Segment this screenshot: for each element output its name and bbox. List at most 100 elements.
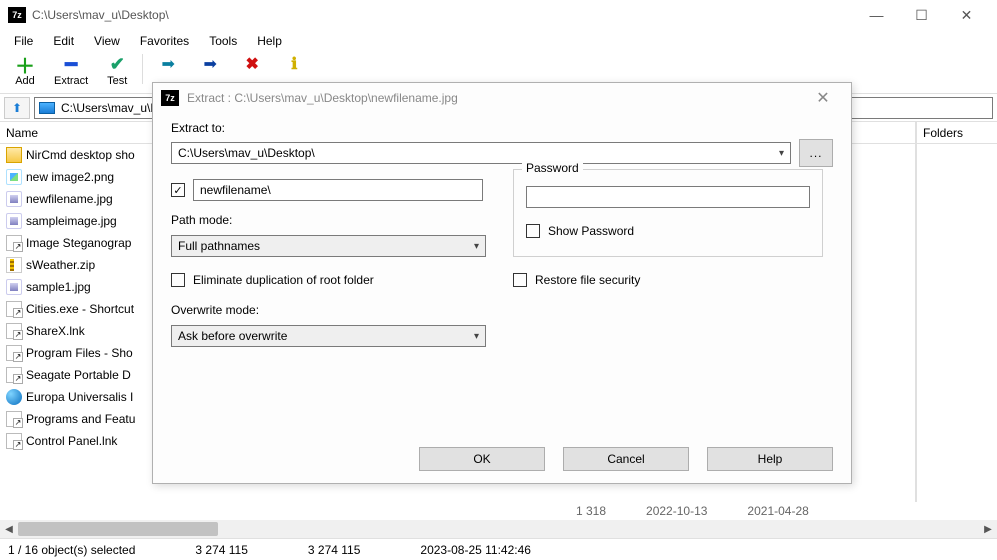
overwrite-label: Overwrite mode:: [171, 303, 259, 317]
toolbar-extract-label: Extract: [54, 75, 88, 87]
restore-security-label: Restore file security: [535, 273, 640, 287]
scroll-left-icon[interactable]: ◀: [0, 520, 18, 538]
file-name: Image Steganograp: [26, 236, 131, 250]
eliminate-checkbox[interactable]: [171, 273, 185, 287]
lnk-icon: [6, 345, 22, 361]
plus-icon: ＋: [15, 54, 35, 74]
file-name: Seagate Portable D: [26, 368, 131, 382]
password-fieldset: Password Show Password: [513, 169, 823, 257]
file-name: sample1.jpg: [26, 280, 91, 294]
menu-tools[interactable]: Tools: [199, 32, 247, 50]
close-button[interactable]: ✕: [944, 0, 989, 30]
jpg-icon: [6, 279, 22, 295]
up-button[interactable]: ⬆: [4, 97, 30, 119]
status-timestamp: 2023-08-25 11:42:46: [420, 543, 531, 557]
lnk-icon: [6, 411, 22, 427]
pathmode-value: Full pathnames: [178, 239, 260, 253]
ok-button[interactable]: OK: [419, 447, 545, 471]
toolbar-move[interactable]: ➡: [189, 52, 231, 76]
menu-file[interactable]: File: [4, 32, 43, 50]
toolbar-add-label: Add: [15, 75, 35, 87]
png-icon: [6, 169, 22, 185]
dialog-app-icon: 7z: [161, 90, 179, 106]
menu-view[interactable]: View: [84, 32, 130, 50]
show-password-checkbox[interactable]: [526, 224, 540, 238]
check-icon: ✔: [110, 54, 125, 74]
password-label: Password: [522, 161, 583, 175]
detail-date2: 2021-04-28: [747, 504, 808, 518]
statusbar: 1 / 16 object(s) selected 3 274 115 3 27…: [0, 538, 997, 560]
lnk-icon: [6, 367, 22, 383]
menu-favorites[interactable]: Favorites: [130, 32, 199, 50]
extract-dialog: 7z Extract : C:\Users\mav_u\Desktop\newf…: [152, 82, 852, 484]
dialog-title: Extract : C:\Users\mav_u\Desktop\newfile…: [187, 91, 458, 105]
globe-icon: [6, 389, 22, 405]
arrow-up-icon: ⬆: [12, 101, 22, 115]
file-name: new image2.png: [26, 170, 114, 184]
subfolder-checkbox[interactable]: [171, 183, 185, 197]
file-name: sWeather.zip: [26, 258, 95, 272]
toolbar-test-label: Test: [107, 75, 127, 87]
zip-icon: [6, 257, 22, 273]
scroll-track[interactable]: [18, 520, 979, 538]
folder-icon: [6, 147, 22, 163]
jpg-icon: [6, 213, 22, 229]
menubar: File Edit View Favorites Tools Help: [0, 30, 997, 52]
toolbar-delete[interactable]: ✖: [231, 52, 273, 76]
extract-to-label: Extract to:: [171, 121, 225, 135]
file-name: Cities.exe - Shortcut: [26, 302, 134, 316]
cancel-button[interactable]: Cancel: [563, 447, 689, 471]
menu-help[interactable]: Help: [247, 32, 292, 50]
lnk-icon: [6, 433, 22, 449]
toolbar-copy[interactable]: ➡: [147, 52, 189, 76]
minus-icon: ━: [65, 54, 77, 74]
minimize-button[interactable]: —: [854, 0, 899, 30]
column-name[interactable]: Name: [6, 126, 38, 140]
overwrite-select[interactable]: Ask before overwrite ▾: [171, 325, 486, 347]
file-name: sampleimage.jpg: [26, 214, 117, 228]
menu-edit[interactable]: Edit: [43, 32, 84, 50]
pathmode-select[interactable]: Full pathnames ▾: [171, 235, 486, 257]
chevron-down-icon: ▾: [779, 148, 784, 159]
toolbar-separator: [142, 54, 143, 84]
app-icon: 7z: [8, 7, 26, 23]
eliminate-label: Eliminate duplication of root folder: [193, 273, 374, 287]
extract-to-value: C:\Users\mav_u\Desktop\: [178, 146, 315, 160]
detail-size: 1 318: [576, 504, 606, 518]
restore-security-checkbox[interactable]: [513, 273, 527, 287]
chevron-down-icon: ▾: [474, 241, 479, 252]
horizontal-scrollbar[interactable]: ◀ ▶: [0, 520, 997, 538]
titlebar: 7z C:\Users\mav_u\Desktop\ — ☐ ✕: [0, 0, 997, 30]
overwrite-value: Ask before overwrite: [178, 329, 287, 343]
arrow-right-dark-icon: ➡: [204, 54, 217, 74]
lnk-icon: [6, 301, 22, 317]
show-password-label: Show Password: [548, 224, 634, 238]
folders-header[interactable]: Folders: [917, 122, 997, 144]
file-name: Europa Universalis I: [26, 390, 133, 404]
detail-date1: 2022-10-13: [646, 504, 707, 518]
lnk-icon: [6, 323, 22, 339]
password-input[interactable]: [526, 186, 810, 208]
subfolder-input[interactable]: newfilename\: [193, 179, 483, 201]
file-name: NirCmd desktop sho: [26, 148, 135, 162]
folders-panel: Folders: [917, 122, 997, 502]
dialog-titlebar[interactable]: 7z Extract : C:\Users\mav_u\Desktop\newf…: [153, 83, 851, 113]
toolbar-add[interactable]: ＋ Add: [4, 52, 46, 89]
help-button[interactable]: Help: [707, 447, 833, 471]
toolbar-info[interactable]: ℹ: [273, 52, 315, 76]
subfolder-value: newfilename\: [200, 183, 271, 197]
toolbar-test[interactable]: ✔ Test: [96, 52, 138, 89]
toolbar-extract[interactable]: ━ Extract: [46, 52, 96, 89]
window-title: C:\Users\mav_u\Desktop\: [32, 8, 169, 22]
maximize-button[interactable]: ☐: [899, 0, 944, 30]
status-size2: 3 274 115: [308, 543, 361, 557]
status-size1: 3 274 115: [195, 543, 248, 557]
x-icon: ✖: [246, 54, 259, 74]
scroll-right-icon[interactable]: ▶: [979, 520, 997, 538]
pathmode-label: Path mode:: [171, 213, 232, 227]
dialog-close-button[interactable]: ✕: [803, 88, 843, 108]
drive-icon: [39, 102, 55, 114]
scroll-thumb[interactable]: [18, 522, 218, 536]
file-name: ShareX.lnk: [26, 324, 85, 338]
extract-to-combo[interactable]: C:\Users\mav_u\Desktop\ ▾: [171, 142, 791, 164]
